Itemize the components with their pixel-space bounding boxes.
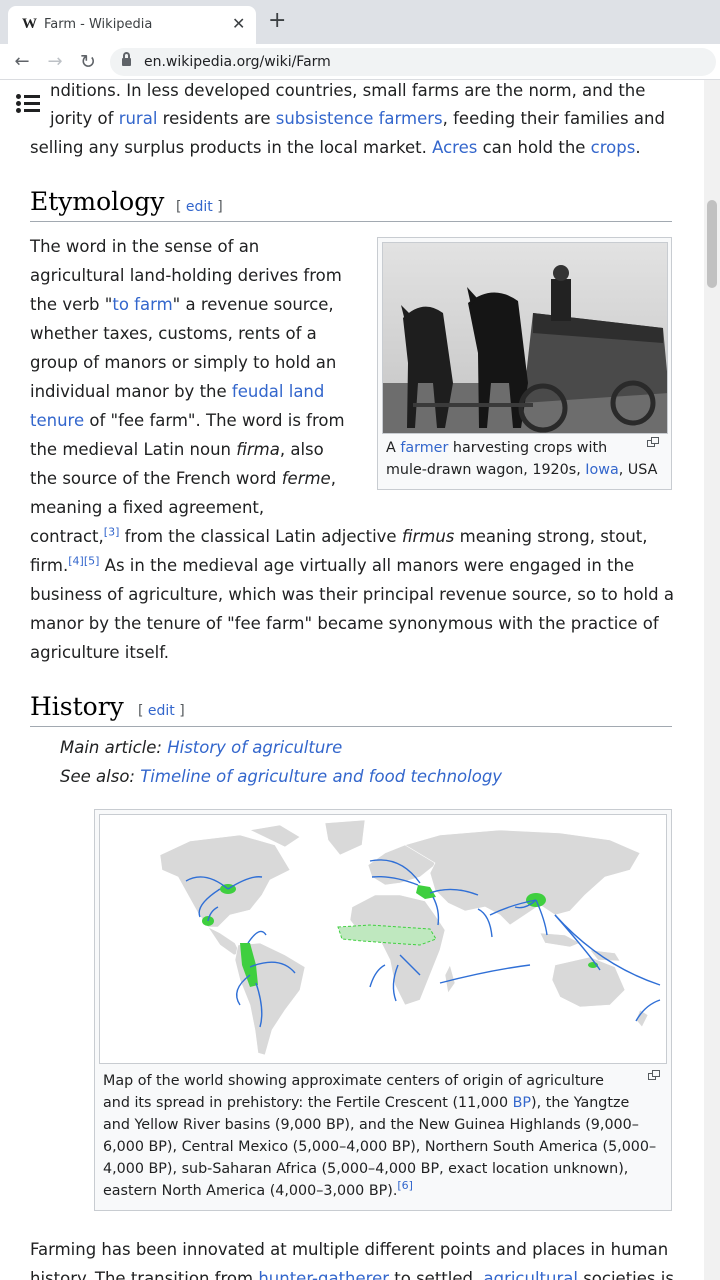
link-rural[interactable]: rural [119, 109, 158, 128]
browser-toolbar: ← → ↻ en.wikipedia.org/wiki/Farm [0, 44, 720, 80]
etymology-edit-section: [ edit ] [176, 199, 223, 215]
agriculture-map-figure: Map of the world showing approximate cen… [94, 809, 672, 1211]
ref-4[interactable]: [4] [68, 555, 84, 568]
enlarge-icon[interactable] [647, 437, 660, 448]
etymology-line: the source of the French word ferme, [30, 469, 336, 488]
article-content: nditions. In less developed countries, s… [0, 80, 720, 1280]
world-map-image[interactable] [99, 814, 667, 1064]
etymology-line: whether taxes, customs, rents of a [30, 324, 317, 343]
link-bp[interactable]: BP [513, 1095, 531, 1111]
table-of-contents-icon[interactable] [16, 92, 42, 114]
link-acres[interactable]: Acres [432, 138, 477, 157]
history-paragraph-line: history. The transition from hunter-gath… [30, 1264, 674, 1280]
etymology-line: contract,[3] from the classical Latin ad… [30, 525, 648, 547]
ref-6[interactable]: [6] [397, 1179, 413, 1192]
tab-strip: W Farm - Wikipedia ✕ + [0, 0, 720, 44]
etymology-line: The word in the sense of an [30, 237, 260, 256]
farmer-wagon-photo[interactable] [382, 242, 668, 434]
history-paragraph-line: Farming has been innovated at multiple d… [30, 1240, 669, 1259]
forward-arrow-icon[interactable]: → [43, 50, 67, 74]
etymology-line: the verb "to farm" a revenue source, [30, 295, 334, 314]
tab-close-icon[interactable]: ✕ [232, 14, 245, 33]
intro-line-1: nditions. In less developed countries, s… [50, 81, 646, 100]
map-caption-line: 4,000 BP), sub-Saharan Africa (5,000–4,0… [103, 1161, 629, 1177]
reload-icon[interactable]: ↻ [76, 50, 100, 74]
link-feudal-land-tenure[interactable]: tenure [30, 411, 84, 430]
url-text[interactable]: en.wikipedia.org/wiki/Farm [144, 54, 331, 70]
etymology-line: firm.[4][5] As in the medieval age virtu… [30, 554, 635, 576]
history-heading: History [30, 692, 124, 721]
etymology-line: agriculture itself. [30, 643, 170, 662]
etymology-line: business of agriculture, which was their… [30, 585, 674, 604]
ref-3[interactable]: [3] [104, 526, 120, 539]
etymology-line: tenure of "fee farm". The word is from [30, 411, 345, 430]
tab-farm-wikipedia[interactable]: W Farm - Wikipedia ✕ [8, 6, 256, 44]
map-caption-line: and Yellow River basins (9,000 BP), and … [103, 1117, 639, 1133]
history-edit-section: [ edit ] [138, 703, 185, 719]
farmer-caption-line-2: mule-drawn wagon, 1920s, Iowa, USA [386, 462, 658, 478]
link-feudal-land-tenure[interactable]: feudal land [232, 382, 324, 401]
history-heading-rule [30, 726, 672, 727]
intro-line-2: jority of rural residents are subsistenc… [50, 109, 665, 128]
lock-icon[interactable] [122, 52, 131, 67]
link-subsistence-farmers[interactable]: subsistence farmers [276, 109, 443, 128]
wikipedia-favicon-icon: W [22, 16, 37, 32]
main-article-hatnote: Main article: History of agriculture [60, 738, 343, 757]
address-bar[interactable]: en.wikipedia.org/wiki/Farm [110, 48, 716, 76]
tab-title: Farm - Wikipedia [44, 17, 153, 32]
map-caption-line: 6,000 BP), Central Mexico (5,000–4,000 B… [103, 1139, 657, 1155]
link-history-of-agriculture[interactable]: History of agriculture [167, 738, 342, 757]
link-timeline-of-agriculture[interactable]: Timeline of agriculture and food technol… [140, 767, 502, 786]
etymology-line: meaning a fixed agreement, [30, 498, 265, 517]
back-arrow-icon[interactable]: ← [10, 50, 34, 74]
link-hunter-gatherer[interactable]: hunter-gatherer [258, 1269, 389, 1280]
etymology-edit-link[interactable]: edit [186, 199, 213, 215]
etymology-line: agricultural land-holding derives from [30, 266, 342, 285]
etymology-line: group of manors or simply to hold an [30, 353, 337, 372]
intro-line-3: selling any surplus products in the loca… [30, 138, 641, 157]
link-crops[interactable]: crops [591, 138, 636, 157]
etymology-line: individual manor by the feudal land [30, 382, 325, 401]
etymology-line: the medieval Latin noun firma, also [30, 440, 324, 459]
farmer-caption-line-1: A farmer harvesting crops with [386, 440, 608, 456]
link-to-farm[interactable]: to farm [112, 295, 172, 314]
ref-5[interactable]: [5] [84, 555, 100, 568]
history-edit-link[interactable]: edit [148, 703, 175, 719]
link-agricultural[interactable]: agricultural [483, 1269, 577, 1280]
see-also-hatnote: See also: Timeline of agriculture and fo… [60, 767, 503, 786]
etymology-line: manor by the tenure of "fee farm" became… [30, 614, 659, 633]
page-scrollbar[interactable] [704, 80, 720, 1280]
link-iowa[interactable]: Iowa [585, 462, 618, 478]
etymology-heading-rule [30, 221, 672, 222]
enlarge-icon[interactable] [648, 1070, 661, 1081]
map-caption-line: Map of the world showing approximate cen… [103, 1073, 604, 1089]
new-tab-button[interactable]: + [268, 10, 286, 32]
map-caption-line: and its spread in prehistory: the Fertil… [103, 1095, 630, 1111]
scrollbar-thumb[interactable] [707, 200, 717, 288]
map-caption-line: eastern North America (4,000–3,000 BP).[… [103, 1179, 413, 1199]
link-farmer[interactable]: farmer [400, 440, 448, 456]
etymology-heading: Etymology [30, 187, 165, 216]
farmer-figure: A farmer harvesting crops with mule-draw… [377, 237, 672, 490]
